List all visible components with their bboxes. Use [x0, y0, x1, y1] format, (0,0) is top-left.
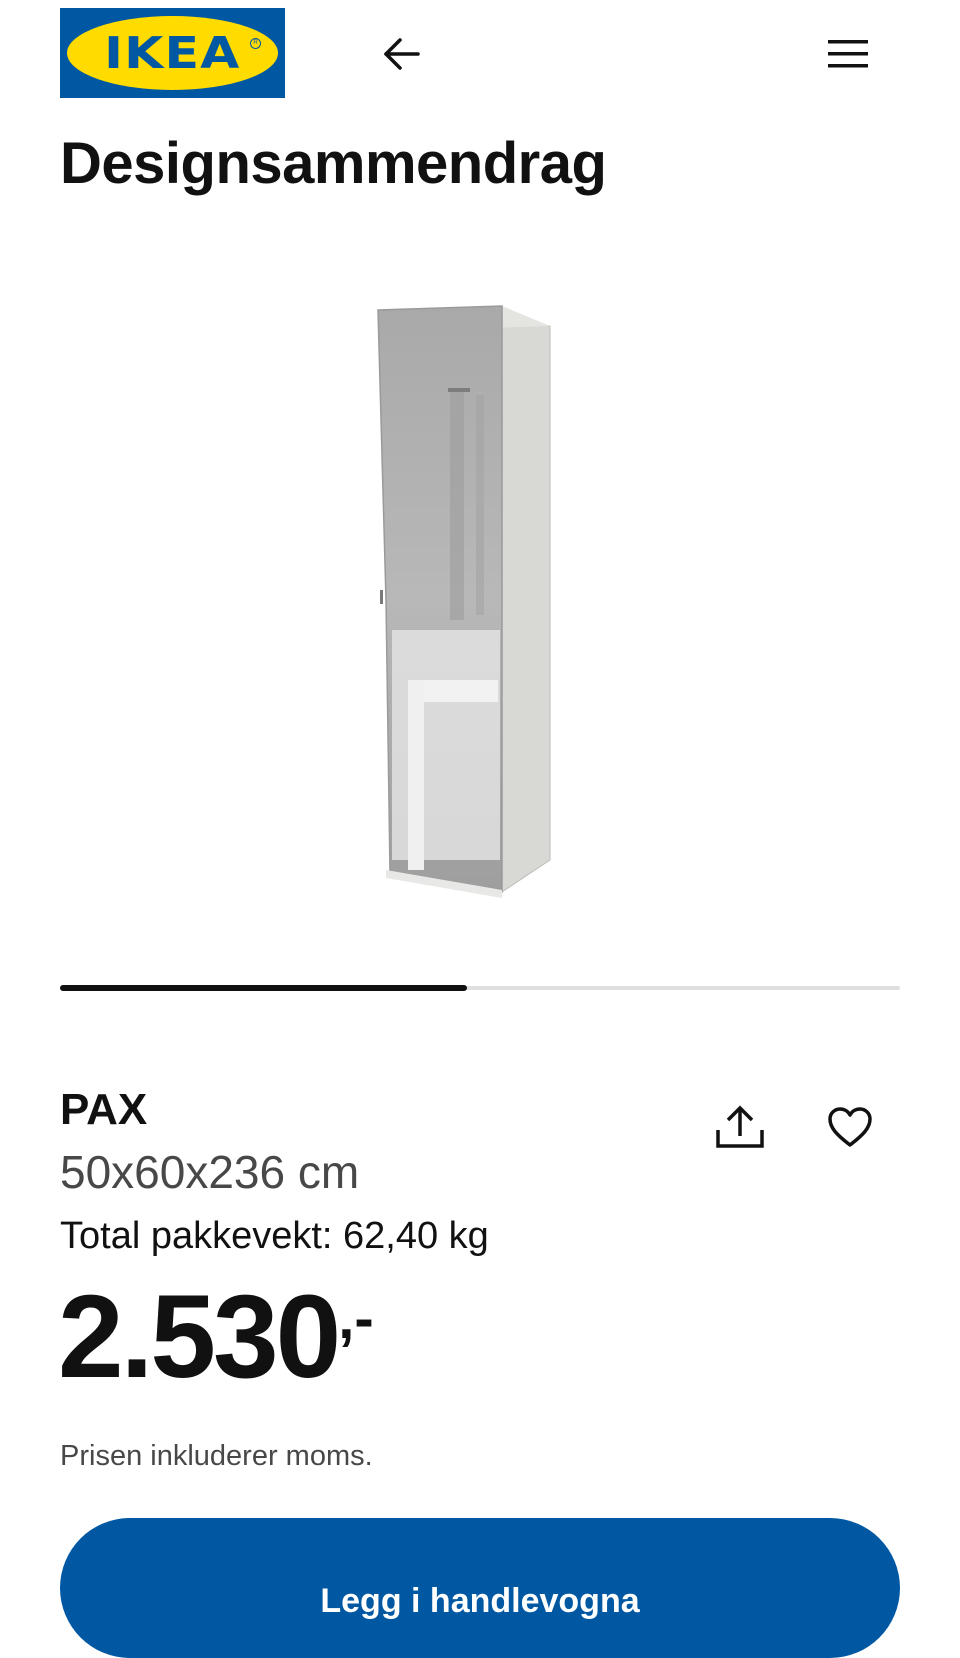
image-carousel-progress[interactable] — [60, 985, 900, 991]
price-integer: 2.530 — [58, 1271, 341, 1403]
menu-button[interactable] — [824, 30, 872, 78]
product-image-wardrobe — [377, 305, 551, 898]
arrow-left-icon — [384, 38, 420, 70]
product-name: PAX — [60, 1085, 148, 1134]
carousel-progress-indicator — [60, 985, 468, 991]
heart-icon — [828, 1107, 872, 1147]
top-navigation-bar: IKEA R — [0, 0, 960, 110]
logo-ellipse: IKEA — [67, 16, 278, 90]
share-button[interactable] — [712, 1100, 768, 1156]
product-dimensions: 50x60x236 cm — [60, 1146, 360, 1198]
product-price: 2.530 ,- — [58, 1278, 374, 1396]
back-button[interactable] — [378, 30, 426, 78]
logo-wordmark: IKEA — [104, 27, 241, 79]
favorite-button[interactable] — [822, 1100, 878, 1156]
product-package-weight: Total pakkevekt: 62,40 kg — [60, 1215, 489, 1257]
registered-mark: R — [250, 38, 261, 49]
add-to-cart-button[interactable]: Legg i handlevogna — [60, 1518, 900, 1658]
ikea-logo[interactable]: IKEA R — [60, 8, 285, 98]
share-upload-icon — [716, 1105, 764, 1148]
price-suffix: ,- — [338, 1286, 374, 1351]
vat-note: Prisen inkluderer moms. — [60, 1440, 373, 1472]
hamburger-menu-icon — [828, 40, 868, 68]
page-title: Designsammendrag — [60, 131, 607, 196]
